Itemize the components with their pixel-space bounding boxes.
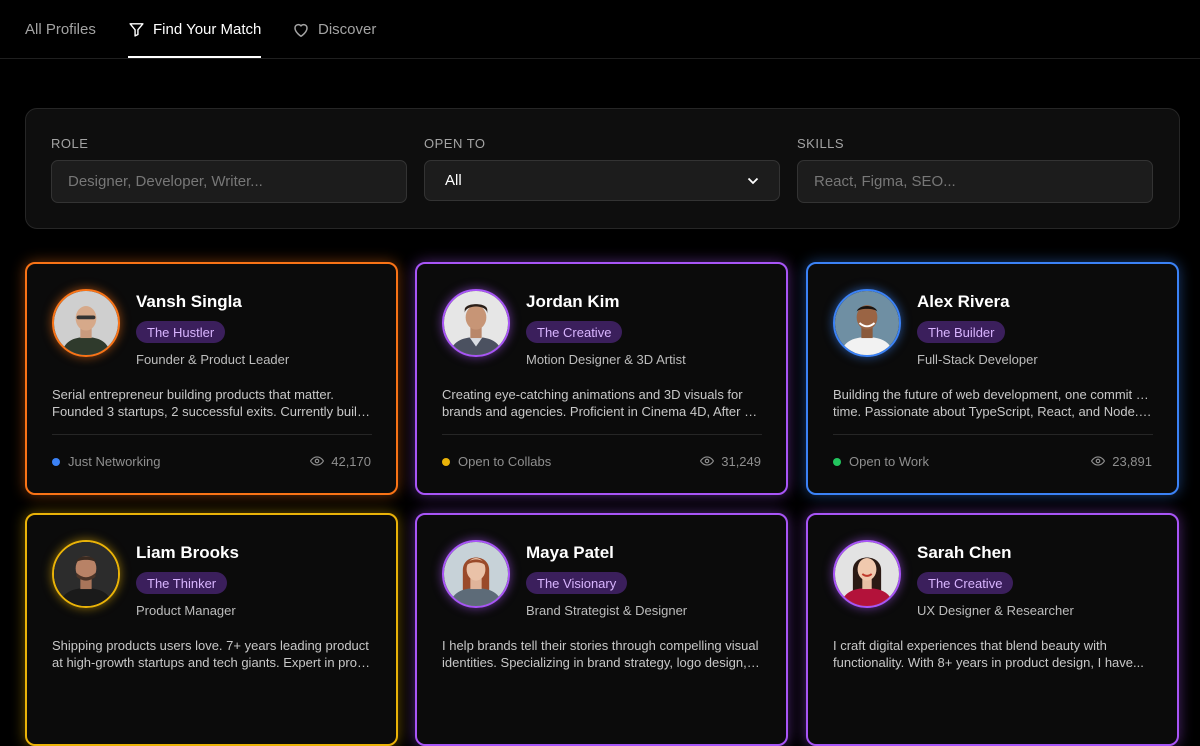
avatar xyxy=(833,540,901,608)
role-input[interactable] xyxy=(51,160,407,203)
profile-card[interactable]: Jordan Kim The Creative Motion Designer … xyxy=(415,262,788,495)
profile-card[interactable]: Vansh Singla The Hustler Founder & Produ… xyxy=(25,262,398,495)
status-dot xyxy=(833,457,841,466)
profile-bio: Building the future of web development, … xyxy=(833,386,1153,420)
status-indicator: Just Networking xyxy=(52,454,160,469)
bio-line: identities. Specializing in brand strate… xyxy=(442,655,762,670)
bio-line: I craft digital experiences that blend b… xyxy=(833,638,1107,653)
profile-title: Brand Strategist & Designer xyxy=(526,603,688,618)
open-to-label: OPEN TO xyxy=(424,136,486,151)
profile-bio: Serial entrepreneur building products th… xyxy=(52,386,372,420)
persona-badge: The Hustler xyxy=(136,321,226,343)
tab-label: Find Your Match xyxy=(153,20,262,38)
open-to-value: All xyxy=(445,172,462,189)
bio-line: Founded 3 startups, 2 successful exits. … xyxy=(52,404,372,419)
chevron-down-icon xyxy=(747,172,759,189)
divider xyxy=(442,434,762,435)
tab-label: Discover xyxy=(318,20,377,38)
status-label: Just Networking xyxy=(68,454,161,469)
status-label: Open to Collabs xyxy=(458,454,552,469)
status-indicator: Open to Work xyxy=(833,454,929,469)
status-indicator: Open to Collabs xyxy=(442,454,551,469)
bio-line: Creating eye-catching animations and 3D … xyxy=(442,387,743,402)
view-count: 31,249 xyxy=(700,454,761,469)
tab-label: All Profiles xyxy=(25,20,96,38)
status-dot xyxy=(52,457,60,466)
bio-line: Serial entrepreneur building products th… xyxy=(52,387,334,402)
persona-badge: The Creative xyxy=(526,321,623,343)
filter-icon xyxy=(128,21,145,38)
profile-card[interactable]: Alex Rivera The Builder Full-Stack Devel… xyxy=(806,262,1179,495)
bio-line: Building the future of web development, … xyxy=(833,387,1153,402)
profile-title: Full-Stack Developer xyxy=(917,352,1038,367)
persona-badge: The Builder xyxy=(917,321,1006,343)
profile-bio: Shipping products users love. 7+ years l… xyxy=(52,637,372,671)
tab-find-your-match[interactable]: Find Your Match xyxy=(128,0,262,58)
profile-name: Sarah Chen xyxy=(917,543,1012,562)
bio-line: at high-growth startups and tech giants.… xyxy=(52,655,372,670)
tab-all-profiles[interactable]: All Profiles xyxy=(25,0,96,58)
avatar xyxy=(442,540,510,608)
divider xyxy=(833,434,1153,435)
profile-name: Liam Brooks xyxy=(136,543,239,562)
profile-card[interactable]: Maya Patel The Visionary Brand Strategis… xyxy=(415,513,788,746)
profile-card[interactable]: Sarah Chen The Creative UX Designer & Re… xyxy=(806,513,1179,746)
view-count-value: 31,249 xyxy=(721,454,761,469)
bio-line: functionality. With 8+ years in product … xyxy=(833,655,1144,670)
profile-title: Founder & Product Leader xyxy=(136,352,290,367)
profile-card[interactable]: Liam Brooks The Thinker Product Manager … xyxy=(25,513,398,746)
filter-panel: ROLE OPEN TO All SKILLS xyxy=(25,108,1180,229)
profile-bio: I help brands tell their stories through… xyxy=(442,637,762,671)
view-count-value: 23,891 xyxy=(1112,454,1152,469)
persona-badge: The Visionary xyxy=(526,572,628,594)
skills-input[interactable] xyxy=(797,160,1153,203)
eye-icon xyxy=(700,454,715,469)
heart-icon xyxy=(292,21,310,38)
top-navigation: All Profiles Find Your Match Discover xyxy=(0,0,1200,59)
status-dot xyxy=(442,457,450,466)
view-count-value: 42,170 xyxy=(331,454,371,469)
bio-line: time. Passionate about TypeScript, React… xyxy=(833,404,1153,419)
profile-bio: I craft digital experiences that blend b… xyxy=(833,637,1153,671)
tab-discover[interactable]: Discover xyxy=(292,0,376,58)
bio-line: I help brands tell their stories through… xyxy=(442,638,759,653)
avatar xyxy=(442,289,510,357)
profile-name: Vansh Singla xyxy=(136,292,242,311)
eye-icon xyxy=(310,454,325,469)
skills-label: SKILLS xyxy=(797,136,845,151)
eye-icon xyxy=(1091,454,1106,469)
persona-badge: The Thinker xyxy=(136,572,228,594)
profile-name: Maya Patel xyxy=(526,543,614,562)
persona-badge: The Creative xyxy=(917,572,1014,594)
bio-line: Shipping products users love. 7+ years l… xyxy=(52,638,369,653)
bio-line: brands and agencies. Proficient in Cinem… xyxy=(442,404,762,419)
profile-name: Alex Rivera xyxy=(917,292,1010,311)
avatar xyxy=(52,289,120,357)
status-label: Open to Work xyxy=(849,454,929,469)
profile-title: UX Designer & Researcher xyxy=(917,603,1074,618)
view-count: 23,891 xyxy=(1091,454,1152,469)
role-label: ROLE xyxy=(51,136,89,151)
open-to-select[interactable]: All xyxy=(424,160,780,201)
view-count: 42,170 xyxy=(310,454,371,469)
avatar xyxy=(833,289,901,357)
divider xyxy=(52,434,372,435)
profile-bio: Creating eye-catching animations and 3D … xyxy=(442,386,762,420)
profile-name: Jordan Kim xyxy=(526,292,620,311)
profile-title: Motion Designer & 3D Artist xyxy=(526,352,686,367)
avatar xyxy=(52,540,120,608)
profile-title: Product Manager xyxy=(136,603,236,618)
